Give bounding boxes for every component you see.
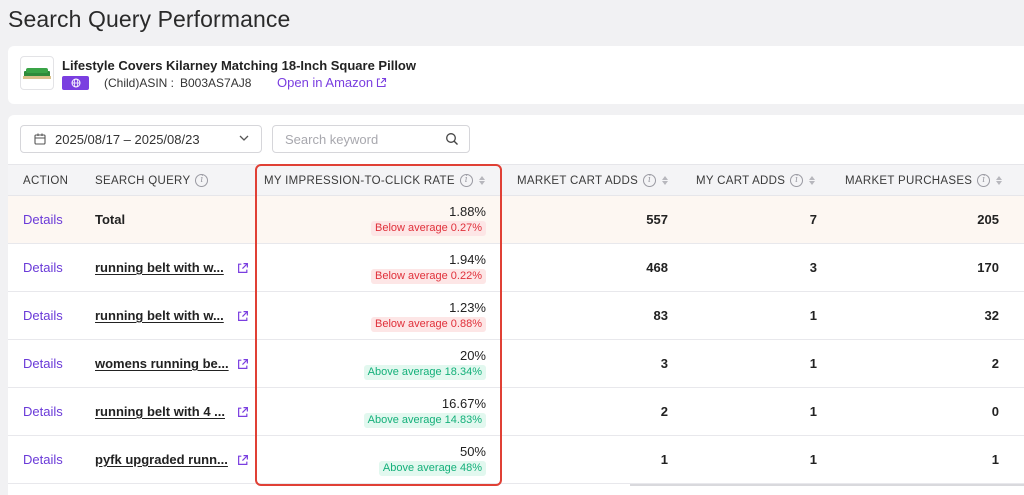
above-average-badge: Above average 14.83% (363, 412, 486, 428)
impression-rate-cell: 1.94% Below average 0.22% (262, 244, 500, 291)
date-range-value: 2025/08/17 – 2025/08/23 (55, 131, 200, 147)
market-cart-adds-value: 3 (660, 356, 668, 371)
product-name: Lifestyle Covers Kilarney Matching 18-In… (62, 58, 416, 73)
search-icon[interactable] (445, 132, 459, 146)
open-in-amazon-link[interactable]: Open in Amazon (277, 75, 387, 90)
impression-rate-cell: 1.88% Below average 0.27% (262, 196, 500, 243)
below-average-badge: Below average 0.27% (370, 220, 486, 236)
marketplace-badge (62, 76, 89, 90)
pillow-image-icon (23, 68, 51, 79)
info-icon[interactable]: i (790, 174, 804, 187)
calendar-icon (34, 133, 46, 145)
column-header-action: ACTION (23, 174, 69, 187)
column-header-search-query: SEARCH QUERY i (95, 165, 209, 196)
search-query[interactable]: running belt with w... (95, 244, 224, 291)
search-query[interactable]: running belt with w... (95, 292, 224, 339)
sort-icon[interactable] (996, 176, 1003, 185)
asin-value: B003AS7AJ8 (180, 76, 252, 90)
market-purchases-value: 1 (991, 452, 999, 467)
table-row: Details running belt with w... 1.23% Below … (8, 292, 1024, 340)
info-icon[interactable]: i (459, 174, 473, 187)
impression-rate-cell: 1.23% Below average 0.88% (262, 292, 500, 339)
search-query[interactable]: womens running be... (95, 340, 229, 387)
external-link-icon[interactable] (237, 453, 249, 471)
impression-rate-value: 1.94% (449, 251, 486, 267)
impression-rate-value: 50% (459, 443, 486, 459)
external-link-icon[interactable] (237, 405, 249, 423)
market-cart-adds-value: 2 (660, 404, 668, 419)
table-row: Details pyfk upgraded runn... 50% Above ave… (8, 436, 1024, 484)
external-link-icon (377, 77, 387, 88)
impression-rate-value: 1.88% (449, 203, 486, 219)
external-link-icon[interactable] (237, 309, 249, 327)
table-row: Details running belt with 4 ... 16.67% Abov… (8, 388, 1024, 436)
search-keyword-input[interactable] (274, 127, 434, 151)
impression-rate-value: 1.23% (449, 299, 486, 315)
external-link-icon[interactable] (237, 357, 249, 375)
info-icon[interactable]: i (977, 174, 991, 187)
my-cart-adds-value: 1 (809, 452, 817, 467)
table-row-total: Details Total 1.88% Below average 0.27% 557 7… (8, 196, 1024, 244)
table-row: Details womens running be... 20% Above aver… (8, 340, 1024, 388)
impression-rate-value: 16.67% (441, 395, 486, 411)
details-link[interactable]: Details (23, 340, 63, 387)
globe-icon (71, 78, 80, 88)
market-purchases-value: 2 (991, 356, 999, 371)
market-cart-adds-value: 83 (653, 308, 668, 323)
market-purchases-value: 205 (977, 212, 999, 227)
chevron-down-icon (239, 135, 249, 141)
column-header-impression-rate[interactable]: MY IMPRESSION-TO-CLICK RATE i (264, 165, 485, 196)
details-link[interactable]: Details (23, 244, 63, 291)
page-title: Search Query Performance (8, 6, 291, 32)
details-link[interactable]: Details (23, 292, 63, 339)
open-in-amazon-label: Open in Amazon (277, 75, 374, 90)
my-cart-adds-value: 3 (809, 260, 817, 275)
date-range-picker[interactable]: 2025/08/17 – 2025/08/23 (20, 125, 262, 153)
info-icon[interactable]: i (195, 174, 209, 187)
market-cart-adds-value: 468 (646, 260, 668, 275)
my-cart-adds-value: 1 (809, 356, 817, 371)
column-header-market-purchases[interactable]: MARKET PURCHASES i (845, 165, 1003, 196)
sort-icon[interactable] (478, 176, 485, 185)
product-thumbnail (20, 56, 54, 90)
impression-rate-value: 20% (459, 347, 486, 363)
table-row: Details running belt with w... 1.94% Below … (8, 244, 1024, 292)
impression-rate-cell: 16.67% Above average 14.83% (262, 388, 500, 435)
sort-icon[interactable] (809, 176, 816, 185)
impression-rate-cell: 20% Above average 18.34% (262, 340, 500, 387)
below-average-badge: Below average 0.88% (370, 316, 486, 332)
above-average-badge: Above average 18.34% (363, 364, 486, 380)
column-header-my-cart-adds[interactable]: MY CART ADDS i (696, 165, 816, 196)
search-query[interactable]: pyfk upgraded runn... (95, 436, 228, 483)
product-card: Lifestyle Covers Kilarney Matching 18-In… (8, 46, 1024, 104)
impression-rate-cell: 50% Above average 48% (262, 436, 500, 483)
column-header-market-cart-adds[interactable]: MARKET CART ADDS i (517, 165, 669, 196)
below-average-badge: Below average 0.22% (370, 268, 486, 284)
details-link[interactable]: Details (23, 436, 63, 483)
above-average-badge: Above average 48% (378, 460, 486, 476)
asin-label: (Child)ASIN : (104, 76, 175, 90)
search-query[interactable]: running belt with 4 ... (95, 388, 225, 435)
details-link[interactable]: Details (23, 388, 63, 435)
market-purchases-value: 32 (984, 308, 999, 323)
my-cart-adds-value: 1 (809, 308, 817, 323)
info-icon[interactable]: i (643, 174, 657, 187)
market-purchases-value: 0 (991, 404, 999, 419)
search-query: Total (95, 212, 126, 227)
market-cart-adds-value: 1 (660, 452, 668, 467)
details-link[interactable]: Details (23, 196, 63, 243)
my-cart-adds-value: 1 (809, 404, 817, 419)
table-card: 2025/08/17 – 2025/08/23 ACTION SEARCH QU… (8, 115, 1024, 495)
sort-icon[interactable] (662, 176, 669, 185)
my-cart-adds-value: 7 (809, 212, 817, 227)
market-purchases-value: 170 (977, 260, 999, 275)
external-link-icon[interactable] (237, 261, 249, 279)
table-header: ACTION SEARCH QUERY i MY IMPRESSION-TO-C… (8, 164, 1024, 196)
search-keyword-box (272, 125, 470, 153)
market-cart-adds-value: 557 (646, 212, 668, 227)
